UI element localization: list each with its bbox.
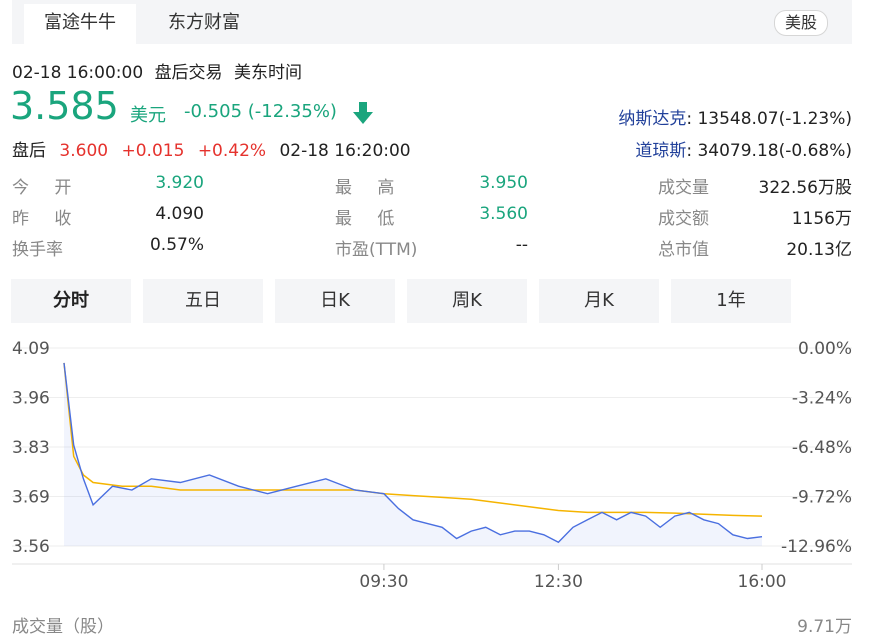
pct-tick-label: -9.72%	[792, 488, 852, 508]
period-tab-intraday[interactable]: 分时	[11, 279, 131, 323]
after-hours-price: 3.600	[59, 141, 109, 161]
stat-prev-close-label: 昨 收	[12, 209, 82, 229]
stat-turnover-rate-value: 0.57%	[149, 235, 204, 255]
stat-prev-close-value: 4.090	[155, 204, 204, 224]
period-tab-5day[interactable]: 五日	[143, 279, 263, 323]
tab-futu[interactable]: 富途牛牛	[24, 4, 136, 44]
down-arrow-icon	[353, 102, 373, 124]
period-tab-monthly[interactable]: 月K	[539, 279, 659, 323]
y-tick-label: 3.69	[12, 488, 50, 508]
stat-open-label: 今 开	[12, 178, 82, 198]
after-hours-time: 02-18 16:20:00	[279, 141, 411, 161]
stat-market-cap-value: 20.13亿	[786, 240, 852, 260]
stat-turnover-rate-label: 换手率	[12, 240, 63, 260]
stat-pe-label: 市盈(TTM)	[335, 240, 418, 260]
pct-tick-label: 0.00%	[798, 339, 852, 359]
index-dow[interactable]: 道琼斯: 34079.18(-0.68%)	[635, 136, 852, 161]
stat-high-value: 3.950	[479, 173, 528, 193]
market-badge[interactable]: 美股	[773, 10, 828, 36]
stat-high-label: 最 高	[335, 178, 405, 198]
pct-tick-label: -12.96%	[781, 537, 852, 557]
quote-datetime-line: 02-18 16:00:00 盘后交易 美东时间	[12, 58, 302, 83]
pct-tick-label: -3.24%	[792, 389, 852, 409]
x-tick-label: 16:00	[738, 572, 787, 592]
price-currency: 美元	[130, 105, 166, 126]
intraday-chart[interactable]: 4.09 0.00% 3.96 -3.24% 3.83 -6.48% 3.69 -9.72% 3…	[0, 330, 874, 600]
period-tab-weekly[interactable]: 周K	[407, 279, 527, 323]
stat-low-value: 3.560	[479, 204, 528, 224]
pct-tick-label: -6.48%	[792, 438, 852, 458]
y-tick-label: 3.96	[12, 389, 50, 409]
index-dow-value: : 34079.18(-0.68%)	[686, 141, 852, 161]
x-tick-label: 12:30	[534, 572, 583, 592]
price-change-value: -0.505	[184, 101, 243, 122]
volume-section-max: 9.71万	[797, 617, 852, 637]
y-tick-label: 3.83	[12, 438, 50, 458]
stat-volume-value: 322.56万股	[758, 178, 852, 198]
after-hours-label: 盘后	[12, 141, 46, 161]
after-hours-change-pct: +0.42%	[197, 141, 267, 161]
period-tab-1year[interactable]: 1年	[671, 279, 791, 323]
after-hours-change: +0.015	[121, 141, 185, 161]
index-dow-name[interactable]: 道琼斯	[635, 141, 686, 161]
stat-pe-value: --	[515, 235, 528, 255]
index-nasdaq[interactable]: 纳斯达克: 13548.07(-1.23%)	[618, 104, 852, 129]
index-nasdaq-value: : 13548.07(-1.23%)	[686, 109, 852, 129]
timezone-label: 美东时间	[233, 63, 302, 83]
quote-datetime: 02-18 16:00:00	[12, 63, 144, 83]
price-change-pct: (-12.35%)	[247, 101, 337, 122]
period-tab-daily[interactable]: 日K	[275, 279, 395, 323]
index-nasdaq-name[interactable]: 纳斯达克	[618, 109, 686, 129]
last-price: 3.585	[10, 84, 119, 128]
after-hours-line: 盘后 3.600 +0.015 +0.42% 02-18 16:20:00	[12, 136, 411, 161]
price-change: -0.505 (-12.35%)	[184, 101, 337, 122]
stat-amount-value: 1156万	[791, 209, 852, 229]
y-tick-label: 3.56	[12, 537, 50, 557]
price-area	[64, 362, 762, 546]
session-label: 盘后交易	[154, 63, 223, 83]
y-tick-label: 4.09	[12, 339, 50, 359]
tab-eastmoney[interactable]: 东方财富	[148, 4, 260, 44]
stat-market-cap-label: 总市值	[658, 240, 709, 260]
stat-low-label: 最 低	[335, 209, 405, 229]
stat-volume-label: 成交量	[658, 178, 709, 198]
volume-section-label: 成交量（股）	[12, 617, 114, 637]
x-tick-label: 09:30	[359, 572, 408, 592]
source-tab-bar: 富途牛牛 东方财富 美股	[12, 0, 852, 44]
stat-amount-label: 成交额	[658, 209, 709, 229]
stat-open-value: 3.920	[155, 173, 204, 193]
